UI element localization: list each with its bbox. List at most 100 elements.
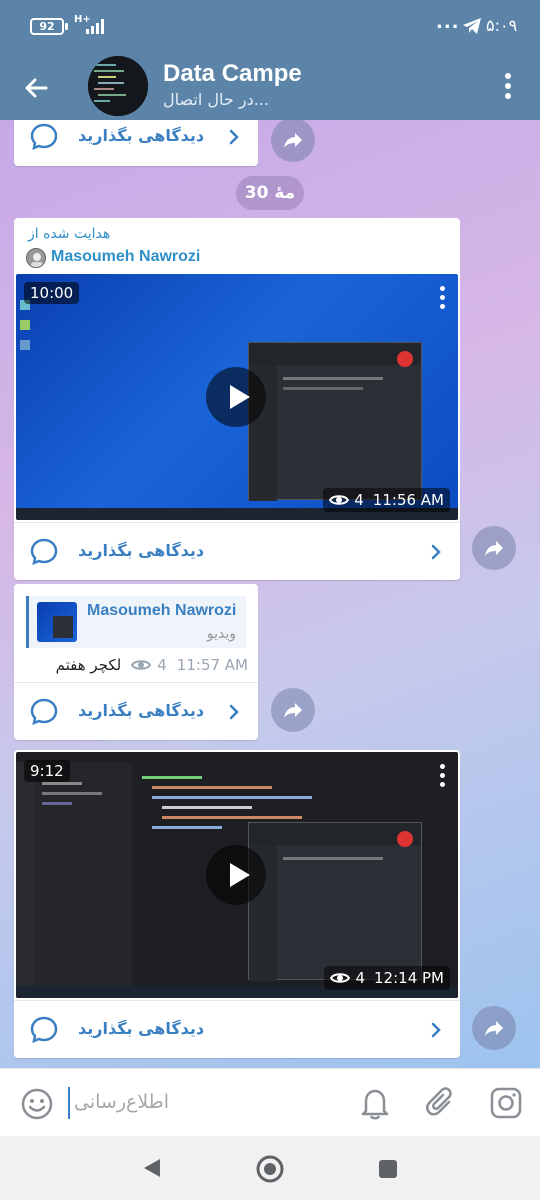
share-icon — [485, 1021, 503, 1036]
app-bar: Data Campe در حال اتصال... — [0, 52, 540, 120]
play-button[interactable] — [206, 845, 266, 905]
paperclip-icon — [425, 1087, 452, 1116]
share-icon — [284, 133, 302, 148]
message-bubble-partial: دیدگاهی بگذارید — [14, 120, 258, 166]
reply-preview[interactable]: Masoumeh Nawrozi ویدیو — [26, 596, 246, 648]
message-time: 12:14 PM — [374, 969, 444, 987]
message-placeholder: اطلاع‌رسانی — [74, 1091, 170, 1113]
desktop-icons — [20, 300, 32, 360]
views-eye-icon — [330, 973, 351, 983]
app-window-thumbnail — [248, 342, 422, 501]
nav-back-button[interactable] — [140, 1156, 164, 1180]
video-thumbnail[interactable]: 9:12 4 12:14 PM — [16, 752, 458, 998]
chevron-right-icon — [431, 1022, 441, 1038]
comment-icon — [30, 538, 58, 566]
share-icon — [485, 541, 503, 556]
bell-icon — [361, 1089, 389, 1120]
chevron-right-icon — [229, 129, 239, 145]
forwarded-author-avatar — [26, 248, 46, 268]
video-duration: 9:12 — [24, 760, 70, 782]
status-dots: ... — [436, 12, 460, 33]
comment-label: دیدگاهی بگذارید — [78, 126, 205, 145]
date-badge: 30 مهٔ — [236, 176, 304, 210]
text-cursor — [68, 1087, 70, 1119]
comment-label: دیدگاهی بگذارید — [78, 701, 205, 720]
video-meta: 4 11:56 AM — [323, 488, 450, 512]
comment-row[interactable]: دیدگاهی بگذارید — [14, 120, 258, 166]
forwarded-author[interactable]: Masoumeh Nawrozi — [51, 248, 200, 266]
status-bar: 92 H+ ... ۵:۰۹ — [0, 0, 540, 52]
comment-row[interactable]: دیدگاهی بگذارید — [14, 682, 258, 740]
signal-icon — [86, 18, 108, 34]
view-count: 4 — [157, 656, 167, 674]
home-circle-icon — [256, 1155, 284, 1183]
back-button[interactable] — [20, 72, 52, 104]
nav-home-button[interactable] — [255, 1154, 285, 1184]
editor-sidebar — [16, 762, 34, 988]
battery-level: 92 — [39, 20, 55, 33]
video-duration: 10:00 — [24, 282, 80, 304]
emoji-button[interactable] — [20, 1087, 54, 1121]
share-button[interactable] — [472, 526, 516, 570]
message-time: 11:56 AM — [372, 491, 444, 509]
chat-area[interactable]: دیدگاهی بگذارید 30 مهٔ هدایت شده از Maso… — [0, 120, 540, 1068]
attach-button[interactable] — [424, 1085, 458, 1121]
video-thumbnail[interactable]: 10:00 4 11:56 AM — [16, 274, 458, 520]
camera-button[interactable] — [488, 1085, 524, 1121]
system-nav-bar — [0, 1136, 540, 1200]
comment-icon — [30, 123, 58, 151]
video-menu-icon[interactable] — [440, 764, 446, 791]
comment-row[interactable]: دیدگاهی بگذارید — [14, 522, 460, 580]
share-button[interactable] — [271, 688, 315, 732]
emoji-icon — [21, 1088, 53, 1120]
notification-button[interactable] — [358, 1085, 392, 1121]
message-time: 11:57 AM — [176, 656, 248, 674]
chevron-right-icon — [229, 704, 239, 720]
square-recents-icon — [379, 1160, 397, 1178]
share-button[interactable] — [472, 1006, 516, 1050]
reply-type: ویدیو — [206, 626, 236, 642]
instagram-camera-icon — [490, 1087, 522, 1119]
back-arrow-icon — [25, 78, 48, 98]
comment-label: دیدگاهی بگذارید — [78, 541, 205, 560]
avatar[interactable] — [88, 56, 148, 116]
views-eye-icon — [329, 495, 350, 505]
clock: ۵:۰۹ — [486, 16, 518, 35]
more-options-button[interactable] — [498, 70, 518, 102]
message-meta: لکچر هفتم 4 11:57 AM — [56, 656, 248, 674]
share-icon — [284, 703, 302, 718]
play-button[interactable] — [206, 367, 266, 427]
comment-label: دیدگاهی بگذارید — [78, 1019, 205, 1038]
video-meta: 4 12:14 PM — [324, 966, 450, 990]
reply-message[interactable]: Masoumeh Nawrozi ویدیو لکچر هفتم 4 11:57… — [14, 584, 258, 740]
chat-title[interactable]: Data Campe — [163, 60, 302, 88]
comment-icon — [30, 1016, 58, 1044]
nav-recents-button[interactable] — [377, 1158, 399, 1180]
forwarded-label: هدایت شده از — [28, 226, 111, 242]
chevron-right-icon — [431, 544, 441, 560]
forwarded-video-message[interactable]: هدایت شده از Masoumeh Nawrozi 10:00 4 11… — [14, 218, 460, 580]
share-button[interactable] — [271, 120, 315, 162]
comment-row[interactable]: دیدگاهی بگذارید — [14, 1000, 460, 1058]
battery-tip — [65, 23, 68, 30]
reply-thumbnail — [37, 602, 77, 642]
view-count: 4 — [355, 969, 366, 987]
play-icon — [230, 385, 250, 409]
telegram-send-icon — [462, 17, 482, 35]
video-menu-icon[interactable] — [440, 286, 446, 313]
views-eye-icon — [131, 660, 152, 670]
date-label: 30 مهٔ — [244, 183, 296, 203]
play-icon — [230, 863, 250, 887]
battery-indicator: 92 — [30, 18, 64, 35]
editor-explorer — [34, 762, 132, 988]
video-message[interactable]: 9:12 4 12:14 PM دیدگاهی بگذارید — [14, 750, 460, 1058]
more-vert-icon — [505, 73, 511, 99]
composer: اطلاع‌رسانی — [0, 1068, 540, 1136]
message-input[interactable]: اطلاع‌رسانی — [68, 1085, 338, 1121]
triangle-back-icon — [144, 1159, 160, 1177]
message-text: لکچر هفتم — [55, 656, 122, 674]
comment-icon — [30, 698, 58, 726]
view-count: 4 — [354, 491, 364, 509]
app-window-thumbnail — [248, 822, 422, 981]
reply-author: Masoumeh Nawrozi — [87, 602, 237, 619]
